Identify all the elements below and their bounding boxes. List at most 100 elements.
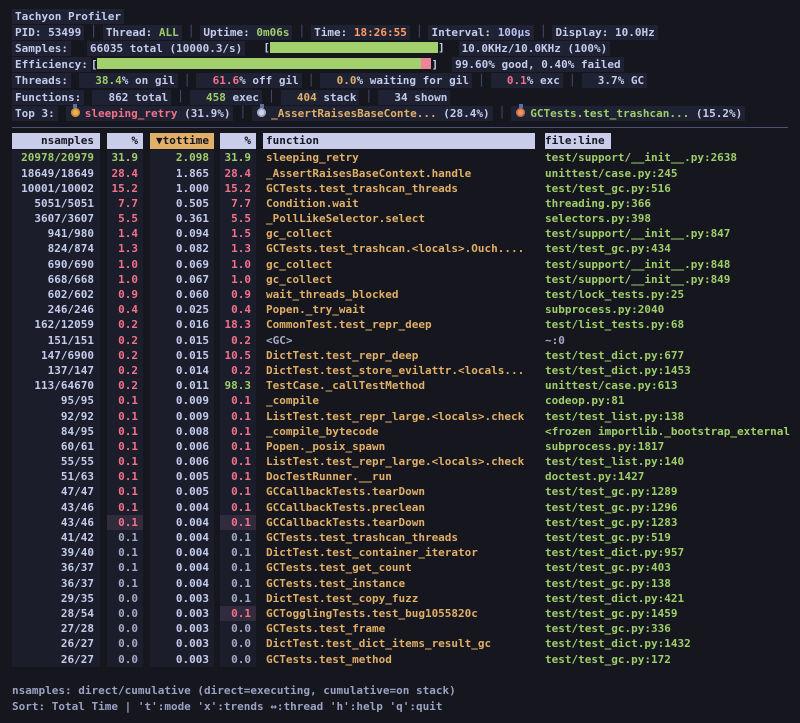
table-row[interactable]: 151/1510.20.0150.2<GC>~:0 [12,333,792,348]
tottime-cell: 0.004 [150,515,214,530]
threads-line: Threads: 38.4% on gil│ 61.6% off gil│ 0.… [12,73,792,89]
table-row[interactable]: 39/400.10.0040.1DictTest.test_container_… [12,545,792,560]
table-row[interactable]: 246/2460.40.0250.4Popen._try_waitsubproc… [12,302,792,317]
file-line-cell: test/test_gc.py:434 [545,241,792,256]
table-row[interactable]: 92/920.10.0090.1ListTest.test_repr_large… [12,409,792,424]
table-row[interactable]: 26/270.00.0030.0GCTests.test_methodtest/… [12,652,792,667]
file-line-cell: test/test_dict.py:421 [545,591,792,606]
column-header-function[interactable]: function [263,133,535,149]
nsamples-cell: 51/63 [12,469,100,484]
table-row[interactable]: 18649/1864928.41.86528.4_AssertRaisesBas… [12,166,792,181]
efficiency-bar-fail-fill [421,58,431,69]
table-row[interactable]: 43/460.10.0040.1GCCallbackTests.tearDown… [12,515,792,530]
table-row[interactable]: 60/610.10.0060.1Popen._posix_spawnsubpro… [12,439,792,454]
function-cell: DictTest.test_copy_fuzz [263,591,535,606]
cumulative-percent-cell: 0.1 [220,484,256,499]
status-value: ALL [159,26,179,39]
segment-separator-icon: │ [534,24,553,40]
status-segment-interval: Interval: 100µs [428,25,533,40]
column-header-[interactable]: % [220,133,256,149]
file-line-cell: test/test_gc.py:138 [545,576,792,591]
status-segment-uptime: Uptime: 0m06s [200,25,292,40]
column-header-nsamples[interactable]: nsamples [12,133,100,149]
table-row[interactable]: 41/420.10.0040.1GCTests.test_trashcan_th… [12,530,792,545]
file-line-cell: test/test_gc.py:1283 [545,515,792,530]
file-line-cell: threading.py:366 [545,196,792,211]
top3-percentage: (28.4%) [443,107,489,120]
table-body: 20978/2097931.92.09831.9sleeping_retryte… [12,150,792,666]
function-cell: GCCallbackTests.tearDown [263,515,535,530]
table-row[interactable]: 47/470.10.0050.1GCCallbackTests.tearDown… [12,484,792,499]
table-row[interactable]: 162/120590.20.01618.3CommonTest.test_rep… [12,317,792,332]
direct-percent-cell: 0.1 [107,484,143,499]
table-row[interactable]: 10001/1000215.21.00015.2GCTests.test_tra… [12,181,792,196]
table-row[interactable]: 43/460.10.0040.1GCCallbackTests.preclean… [12,500,792,515]
status-value: 0m06s [256,26,289,39]
column-header-[interactable]: % [107,133,143,149]
footer: nsamples: direct/cumulative (direct=exec… [12,683,792,715]
column-header-tottime[interactable]: ▼tottime [150,133,214,149]
direct-percent-cell: 1.3 [107,241,143,256]
file-line-cell: test/support/__init__.py:847 [545,226,792,241]
direct-percent-cell: 0.1 [107,576,143,591]
efficiency-line: Efficiency:[ ] 99.60% good, 0.40% failed [12,57,792,73]
table-row[interactable]: 137/1470.20.0140.2DictTest.test_store_ev… [12,363,792,378]
threads-suffix: % GC [618,74,645,87]
function-cell: Popen._try_wait [263,302,535,317]
status-label: Display: [555,26,615,39]
top3-item: sleeping_retry (31.9%) [66,106,234,121]
file-line-cell: test/test_gc.py:1296 [545,500,792,515]
direct-percent-cell: 0.1 [107,469,143,484]
direct-percent-cell: 7.7 [107,196,143,211]
table-row[interactable]: 36/370.10.0040.1GCTests.test_get_countte… [12,560,792,575]
table-row[interactable]: 36/370.10.0040.1GCTests.test_instancetes… [12,576,792,591]
file-line-cell: test/test_dict.py:677 [545,348,792,363]
footer-keybindings: Sort: Total Time | 't':mode 'x':trends ↔… [12,699,792,715]
profiler-table: nsamples% ▼tottime% function file:line 2097… [12,133,792,666]
table-row[interactable]: 95/950.10.0090.1_compilecodeop.py:81 [12,393,792,408]
tottime-cell: 0.003 [150,591,214,606]
direct-percent-cell: 5.5 [107,211,143,226]
table-row[interactable]: 941/9801.40.0941.5gc_collecttest/support… [12,226,792,241]
nsamples-cell: 47/47 [12,484,100,499]
gold-medal-icon [71,108,80,117]
table-row[interactable]: 55/550.10.0060.1ListTest.test_repr_large… [12,454,792,469]
cumulative-percent-cell: 15.2 [220,181,256,196]
cumulative-percent-cell: 0.1 [220,515,256,530]
function-cell: DictTest.test_repr_deep [263,348,535,363]
functions-suffix: stack [317,91,357,104]
cumulative-percent-cell: 1.5 [220,226,256,241]
status-segment-pid: PID: 53499 [12,25,84,40]
table-row[interactable]: 147/69000.20.01510.5DictTest.test_repr_d… [12,348,792,363]
table-row[interactable]: 824/8741.30.0821.3GCTests.test_trashcan.… [12,241,792,256]
tottime-cell: 0.003 [150,621,214,636]
efficiency-summary: 99.60% good, 0.40% failed [452,57,624,72]
tottime-cell: 0.004 [150,576,214,591]
table-row[interactable]: 28/540.00.0030.1GCTogglingTests.test_bug… [12,606,792,621]
threads-value: 38.4 [82,74,122,87]
table-row[interactable]: 29/350.00.0030.1DictTest.test_copy_fuzzt… [12,591,792,606]
column-header-file:line[interactable]: file:line [545,133,611,149]
tottime-cell: 0.016 [150,317,214,332]
cumulative-percent-cell: 1.0 [220,272,256,287]
table-row[interactable]: 5051/50517.70.5057.7Condition.waitthread… [12,196,792,211]
functions-segment: 458 exec [190,90,262,105]
table-row[interactable]: 20978/2097931.92.09831.9sleeping_retryte… [12,150,792,165]
top3-function-name: GCTests.test_trashcan... [530,107,696,120]
header-separator [12,127,788,128]
table-row[interactable]: 690/6901.00.0691.0gc_collecttest/support… [12,257,792,272]
table-row[interactable]: 27/280.00.0030.0GCTests.test_frametest/t… [12,621,792,636]
cumulative-percent-cell: 1.3 [220,241,256,256]
tottime-cell: 2.098 [150,150,214,165]
table-row[interactable]: 84/950.10.0080.1_compile_bytecode<frozen… [12,424,792,439]
cumulative-percent-cell: 18.3 [220,317,256,332]
table-row[interactable]: 113/646700.20.01198.3TestCase._callTestM… [12,378,792,393]
table-row[interactable]: 602/6020.90.0600.9wait_threads_blockedte… [12,287,792,302]
table-row[interactable]: 26/270.00.0030.0DictTest.test_dict_items… [12,636,792,651]
table-row[interactable]: 668/6681.00.0671.0gc_collecttest/support… [12,272,792,287]
cumulative-percent-cell: 7.7 [220,196,256,211]
nsamples-cell: 36/37 [12,560,100,575]
nsamples-cell: 824/874 [12,241,100,256]
table-row[interactable]: 51/630.10.0050.1DocTestRunner.__rundocte… [12,469,792,484]
table-row[interactable]: 3607/36075.50.3615.5_PollLikeSelector.se… [12,211,792,226]
